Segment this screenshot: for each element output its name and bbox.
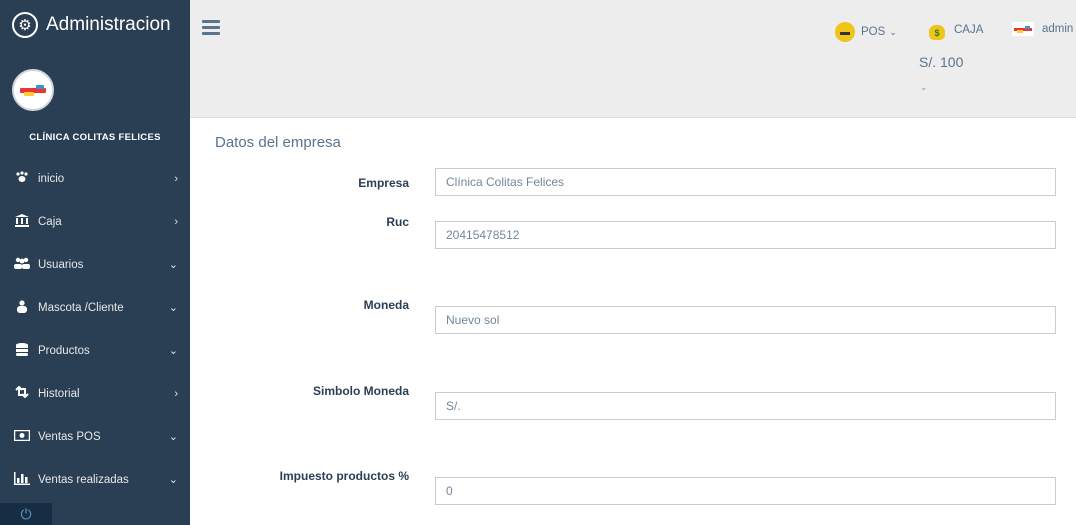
sidebar-item-ventas-pos[interactable]: Ventas POS ⌄ [0,415,190,458]
chevron-right-icon: › [174,215,178,228]
user-label: admin [1042,23,1074,35]
moneda-input[interactable]: Nuevo sol [435,306,1056,334]
sidebar-item-label: Caja [38,215,62,228]
sidebar-item-label: Usuarios [38,258,84,271]
clinic-logo [12,69,54,111]
retweet-icon [14,385,30,401]
bank-icon [14,213,30,230]
sidebar-item-historial[interactable]: Historial › [0,372,190,415]
power-icon: ⏻ [20,505,32,522]
paw-icon [14,171,30,186]
chevron-right-icon: › [174,172,178,185]
sidebar-item-usuarios[interactable]: Usuarios ⌄ [0,243,190,286]
pos-dropdown[interactable]: ▬ POS ⌄ [835,22,897,42]
users-icon [14,257,30,272]
sidebar-item-caja[interactable]: Caja › [0,200,190,243]
sidebar-item-label: Mascota /Cliente [38,301,124,314]
impuesto-input[interactable]: 0 [435,477,1056,505]
sidebar-item-inicio[interactable]: inicio › [0,157,190,200]
clinic-name: CLÍNICA COLITAS FELICES [29,132,161,143]
caja-label: CAJA [954,24,984,36]
pet-client-icon [14,299,30,316]
top-navbar: ▬ POS ⌄ $ CAJA S/. 100 ⌄ admin ⌄ [190,0,1076,118]
sidebar-menu: inicio › Caja › Usuarios ⌄ Mascota /Clie… [0,157,190,501]
chevron-down-icon: ⌄ [168,431,178,443]
sidebar-item-label: Ventas realizadas [38,473,129,486]
impuesto-label: Impuesto productos % [279,469,409,483]
logout-button[interactable]: ⏻ [0,503,52,525]
chevron-down-icon: ⌄ [168,474,178,486]
brand[interactable]: ⚙ Administracion [0,0,190,50]
empresa-label: Empresa [358,176,409,190]
app-title: Administracion [46,14,171,35]
chevron-down-icon: ⌄ [920,82,928,92]
profile [0,50,190,130]
page-title: Datos del empresa [215,134,341,151]
main-content: Datos del empresa Empresa Clínica Colita… [190,118,1076,525]
chevron-down-icon: ⌄ [889,26,897,37]
chevron-down-icon: ⌄ [168,345,178,357]
sidebar-item-label: Productos [38,344,90,357]
ruc-input[interactable]: 20415478512 [435,221,1056,249]
sidebar-item-mascota-cliente[interactable]: Mascota /Cliente ⌄ [0,286,190,329]
sidebar-item-ventas-realizadas[interactable]: Ventas realizadas ⌄ [0,458,190,501]
simbolo-moneda-input[interactable]: S/. [435,392,1056,420]
empresa-input[interactable]: Clínica Colitas Felices [435,168,1056,196]
sidebar-item-label: Ventas POS [38,430,101,443]
user-dropdown[interactable]: admin ⌄ [1012,22,1076,36]
pos-label: POS [861,26,886,38]
caja-dropdown[interactable]: $ CAJA S/. 100 ⌄ [919,20,984,93]
menu-toggle-icon[interactable] [202,20,220,38]
database-icon [14,342,30,359]
pos-icon: ▬ [835,22,855,42]
avatar [1012,22,1034,36]
simbolo-moneda-label: Simbolo Moneda [313,384,409,398]
sidebar-item-label: inicio [38,172,65,185]
moneda-label: Moneda [363,298,409,312]
chevron-right-icon: › [174,387,178,400]
chevron-down-icon: ⌄ [168,302,178,314]
sidebar-item-productos[interactable]: Productos ⌄ [0,329,190,372]
chevron-down-icon: ⌄ [168,259,178,271]
money-icon [13,429,31,444]
bar-chart-icon [14,471,30,488]
money-bag-icon: $ [928,20,946,40]
gear-icon: ⚙ [12,12,38,38]
sidebar-item-label: Historial [38,387,80,400]
caja-amount: S/. 100 [919,54,964,70]
ruc-label: Ruc [386,215,409,229]
sidebar: ⚙ Administracion CLÍNICA COLITAS FELICES… [0,0,190,525]
